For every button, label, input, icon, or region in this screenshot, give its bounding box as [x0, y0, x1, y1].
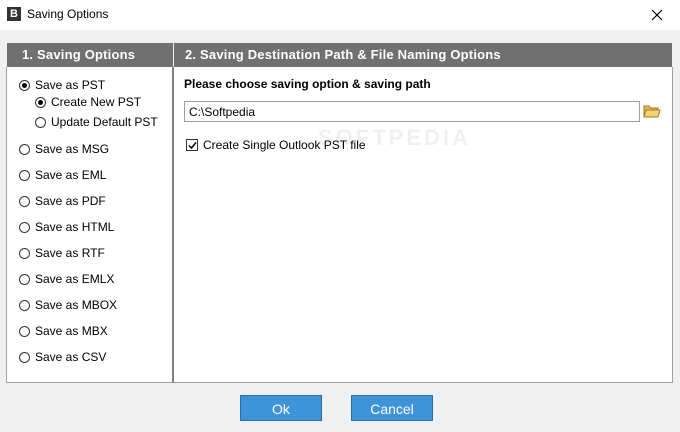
radio-button[interactable] — [19, 273, 30, 285]
option-label: Create New PST — [51, 95, 142, 109]
option-save-as-html[interactable]: Save as HTML — [19, 219, 114, 235]
radio-button[interactable] — [19, 325, 30, 337]
option-label: Save as HTML — [35, 220, 115, 234]
option-label: Save as PST — [35, 78, 106, 92]
option-save-as-pdf[interactable]: Save as PDF — [19, 193, 106, 209]
destination-header: 2. Saving Destination Path & File Naming… — [174, 43, 672, 67]
option-label: Update Default PST — [51, 115, 158, 129]
option-label: Save as RTF — [35, 246, 105, 260]
radio-button[interactable] — [19, 247, 30, 259]
app-logo-icon: B — [7, 7, 21, 21]
single-pst-option[interactable]: Create Single Outlook PST file — [186, 138, 366, 152]
browse-button[interactable] — [643, 103, 661, 119]
option-create-new-pst[interactable]: Create New PST — [35, 94, 141, 110]
saving-path-input[interactable] — [184, 101, 640, 122]
saving-path-prompt: Please choose saving option & saving pat… — [184, 77, 431, 91]
radio-button[interactable] — [19, 351, 30, 363]
option-save-as-msg[interactable]: Save as MSG — [19, 141, 109, 157]
option-label: Save as CSV — [35, 350, 107, 364]
radio-button[interactable] — [35, 116, 46, 128]
option-update-default-pst[interactable]: Update Default PST — [35, 114, 158, 130]
option-save-as-eml[interactable]: Save as EML — [19, 167, 106, 183]
close-button[interactable] — [634, 0, 680, 30]
option-label: Save as MSG — [35, 142, 110, 156]
window-title: Saving Options — [27, 7, 109, 21]
cancel-button[interactable]: Cancel — [351, 395, 433, 421]
folder-icon — [643, 105, 661, 118]
radio-button[interactable] — [19, 299, 30, 311]
option-save-as-rtf[interactable]: Save as RTF — [19, 245, 105, 261]
option-label: Save as PDF — [35, 194, 106, 208]
option-save-as-emlx[interactable]: Save as EMLX — [19, 271, 114, 287]
option-label: Save as EMLX — [35, 272, 115, 286]
single-pst-label: Create Single Outlook PST file — [203, 138, 366, 152]
single-pst-checkbox[interactable] — [186, 139, 198, 151]
option-label: Save as EML — [35, 168, 107, 182]
radio-button[interactable] — [19, 195, 30, 207]
radio-button[interactable] — [19, 143, 30, 155]
option-label: Save as MBX — [35, 324, 108, 338]
option-save-as-csv[interactable]: Save as CSV — [19, 349, 106, 365]
option-save-as-mbox[interactable]: Save as MBOX — [19, 297, 117, 313]
option-save-as-mbx[interactable]: Save as MBX — [19, 323, 108, 339]
radio-button[interactable] — [35, 96, 46, 108]
check-mark-icon — [188, 142, 197, 150]
ok-button[interactable]: Ok — [240, 395, 322, 421]
radio-button[interactable] — [19, 169, 30, 181]
radio-button[interactable] — [19, 221, 30, 233]
radio-button[interactable] — [19, 79, 30, 91]
close-icon — [651, 9, 663, 21]
saving-options-header: 1. Saving Options — [7, 43, 173, 67]
option-save-as-pst[interactable]: Save as PST — [19, 77, 105, 93]
title-bar: B Saving Options — [0, 0, 680, 30]
option-label: Save as MBOX — [35, 298, 118, 312]
